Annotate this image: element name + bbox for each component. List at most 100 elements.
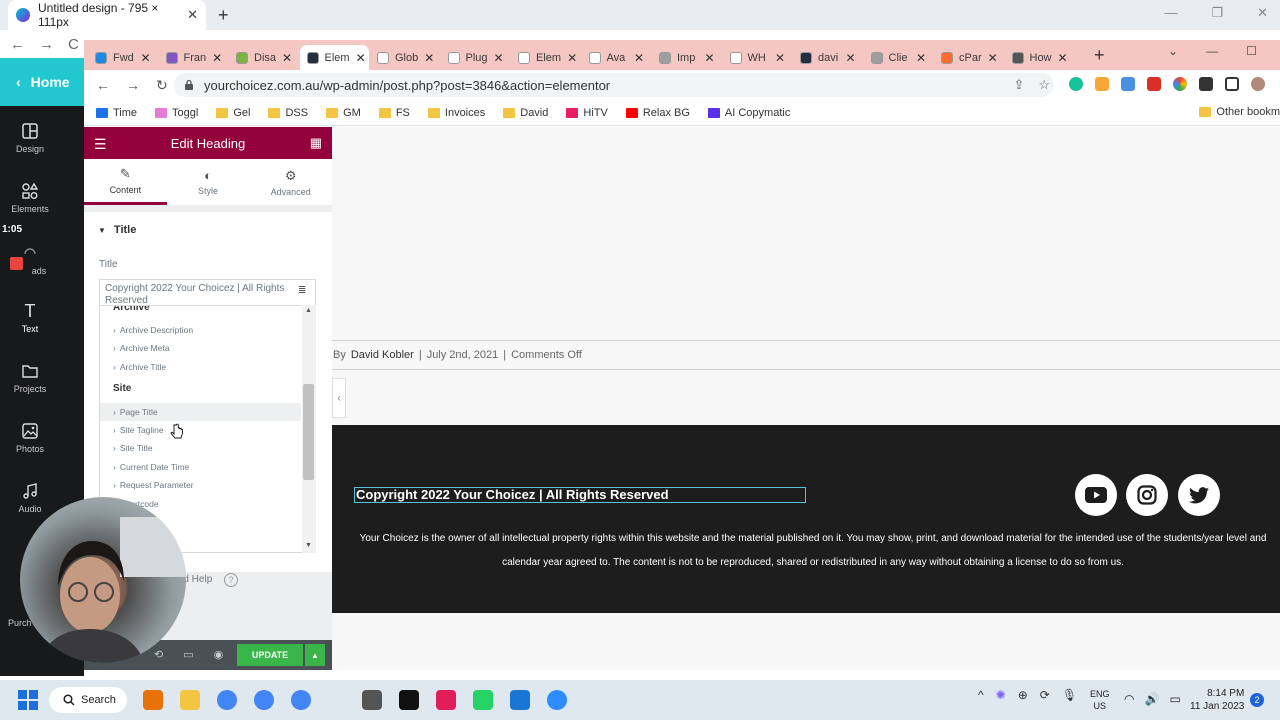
dynamic-tags-icon[interactable]: ≣ — [298, 285, 306, 296]
close-tab-icon[interactable]: ✕ — [704, 51, 714, 65]
taskbar-app-icon[interactable] — [473, 690, 493, 710]
scroll-up-icon[interactable]: ▲ — [305, 307, 312, 314]
browser-tab[interactable]: Glob ✕ — [370, 45, 440, 70]
profile-avatar[interactable] — [1251, 77, 1265, 91]
outer-browser-tab[interactable]: Untitled design - 795 × 111px ✕ — [8, 0, 206, 30]
tab-content[interactable]: ✎ Content — [84, 159, 167, 205]
extension-icon[interactable] — [1095, 77, 1109, 91]
instagram-link[interactable] — [1126, 474, 1168, 516]
dropdown-item-request-parameter[interactable]: › Request Parameter — [100, 476, 301, 494]
close-tab-icon[interactable]: ✕ — [845, 51, 855, 65]
close-tab-icon[interactable]: ✕ — [356, 51, 366, 65]
collapse-panel-button[interactable]: ‹ — [332, 378, 346, 418]
record-stop-icon[interactable] — [10, 257, 23, 270]
tray-app-icon[interactable]: ✺ — [996, 688, 1006, 702]
close-tab-icon[interactable]: ✕ — [775, 51, 785, 65]
taskbar-app-icon[interactable] — [436, 690, 456, 710]
extension-icon[interactable] — [1121, 77, 1135, 91]
browser-tab[interactable]: Disa ✕ — [229, 45, 299, 70]
taskbar-app-icon[interactable] — [217, 690, 237, 710]
dropdown-item-site-title[interactable]: › Site Title — [100, 439, 301, 457]
color-picker-icon[interactable] — [1173, 77, 1187, 91]
sync-icon[interactable]: ⟳ — [1040, 688, 1050, 702]
dropdown-scroll-thumb[interactable] — [303, 384, 314, 480]
close-tab-icon[interactable]: ✕ — [494, 51, 504, 65]
taskbar-app-icon[interactable] — [254, 690, 274, 710]
browser-tab[interactable]: Plug ✕ — [441, 45, 511, 70]
outer-new-tab-button[interactable]: + — [218, 5, 229, 26]
minimize-icon[interactable]: — — [1164, 5, 1177, 21]
browser-tab[interactable]: Fwd ✕ — [88, 45, 158, 70]
puzzle-icon[interactable] — [1199, 77, 1213, 91]
browser-tab[interactable]: Fran ✕ — [159, 45, 229, 70]
address-bar[interactable]: yourchoicez.com.au/wp-admin/post.php?pos… — [174, 73, 1054, 97]
title-textarea[interactable]: Copyright 2022 Your Choicez | All Rights… — [99, 279, 316, 307]
author-link[interactable]: David Kobler — [351, 349, 414, 361]
widgets-grid-icon[interactable]: ▦ — [310, 135, 322, 151]
taskbar-app-icon[interactable] — [547, 690, 567, 710]
grammarly-icon[interactable] — [1069, 77, 1083, 91]
dropdown-item-archive-description[interactable]: › Archive Description — [100, 321, 301, 339]
browser-tab[interactable]: davi ✕ — [793, 45, 863, 70]
copyright-heading[interactable]: Copyright 2022 Your Choicez | All Rights… — [354, 487, 806, 503]
bookmark-item[interactable]: David — [503, 107, 548, 119]
bookmark-item[interactable]: FS — [378, 107, 410, 119]
browser-tab[interactable]: Elem ✕ — [511, 45, 581, 70]
sidebar-item-photos[interactable]: Photos — [0, 422, 60, 454]
bookmark-item[interactable]: Relax BG — [625, 107, 690, 119]
preview-eye-icon[interactable]: ◉ — [214, 648, 224, 661]
minimize-icon[interactable]: — — [1206, 44, 1218, 58]
bookmark-item[interactable]: AI Copymatic — [707, 107, 790, 119]
bookmark-item[interactable]: GM — [326, 107, 361, 119]
language-indicator[interactable]: ENG US — [1090, 688, 1110, 712]
sidebar-item-projects[interactable]: Projects — [0, 362, 60, 394]
reload-icon[interactable]: C — [68, 36, 79, 53]
history-icon[interactable]: ⟲ — [154, 648, 163, 661]
browser-tab[interactable]: How ✕ — [1005, 45, 1075, 70]
other-bookmarks[interactable]: Other bookm — [1199, 106, 1280, 118]
browser-tab[interactable]: Elem ✕ — [299, 45, 369, 70]
close-tab-icon[interactable]: ✕ — [212, 51, 222, 65]
browser-tab[interactable]: cPar ✕ — [934, 45, 1004, 70]
dropdown-item-page-title[interactable]: › Page Title — [100, 403, 301, 421]
hamburger-menu-icon[interactable]: ☰ — [94, 136, 107, 153]
sidebar-item-audio[interactable]: Audio — [0, 482, 60, 514]
twitter-link[interactable] — [1178, 474, 1220, 516]
browser-tab[interactable]: WH ✕ — [723, 45, 793, 70]
section-toggle[interactable]: ▼ Title — [98, 224, 136, 236]
close-window-icon[interactable]: ✕ — [1257, 5, 1268, 21]
close-tab-icon[interactable]: ✕ — [988, 51, 998, 65]
close-tab-icon[interactable]: ✕ — [634, 51, 644, 65]
dropdown-item-archive-title[interactable]: › Archive Title — [100, 358, 301, 376]
close-tab-icon[interactable]: ✕ — [424, 51, 434, 65]
tab-style[interactable]: ◐ Style — [167, 159, 250, 205]
microphone-icon[interactable]: 🎙 — [1062, 688, 1077, 702]
close-tab-icon[interactable]: ✕ — [916, 51, 926, 65]
close-tab-icon[interactable]: ✕ — [282, 51, 292, 65]
scroll-down-icon[interactable]: ▼ — [305, 542, 312, 549]
taskbar-clock[interactable]: 8:14 PM 11 Jan 2023 — [1190, 687, 1244, 713]
update-button[interactable]: UPDATE — [237, 644, 303, 666]
forward-icon[interactable]: → — [39, 36, 54, 53]
browser-tab[interactable]: Imp ✕ — [652, 45, 722, 70]
taskbar-app-icon[interactable] — [291, 690, 311, 710]
notification-badge[interactable]: 2 — [1250, 693, 1264, 707]
responsive-mode-icon[interactable]: ▭ — [183, 648, 193, 661]
canva-home-button[interactable]: ‹ Home — [0, 58, 84, 106]
back-icon[interactable]: ← — [96, 77, 110, 94]
forward-icon[interactable]: → — [126, 77, 140, 94]
sidebar-item-design[interactable]: Design — [0, 122, 60, 154]
sidebar-toggle-icon[interactable] — [1225, 77, 1239, 91]
bookmark-item[interactable]: Invoices — [427, 107, 485, 119]
back-icon[interactable]: ← — [10, 36, 25, 53]
taskbar-search[interactable]: Search — [49, 687, 127, 713]
youtube-link[interactable] — [1075, 474, 1117, 516]
close-tab-icon[interactable]: ✕ — [567, 51, 577, 65]
taskbar-app-icon[interactable] — [399, 690, 419, 710]
bookmark-item[interactable]: Toggl — [155, 107, 198, 119]
bookmark-item[interactable]: DSS — [268, 107, 308, 119]
share-icon[interactable]: ⇪ — [1013, 77, 1024, 93]
sidebar-item-text[interactable]: T Text — [0, 302, 60, 334]
bookmark-item[interactable]: HiTV — [566, 107, 608, 119]
help-icon[interactable]: ? — [224, 573, 238, 587]
